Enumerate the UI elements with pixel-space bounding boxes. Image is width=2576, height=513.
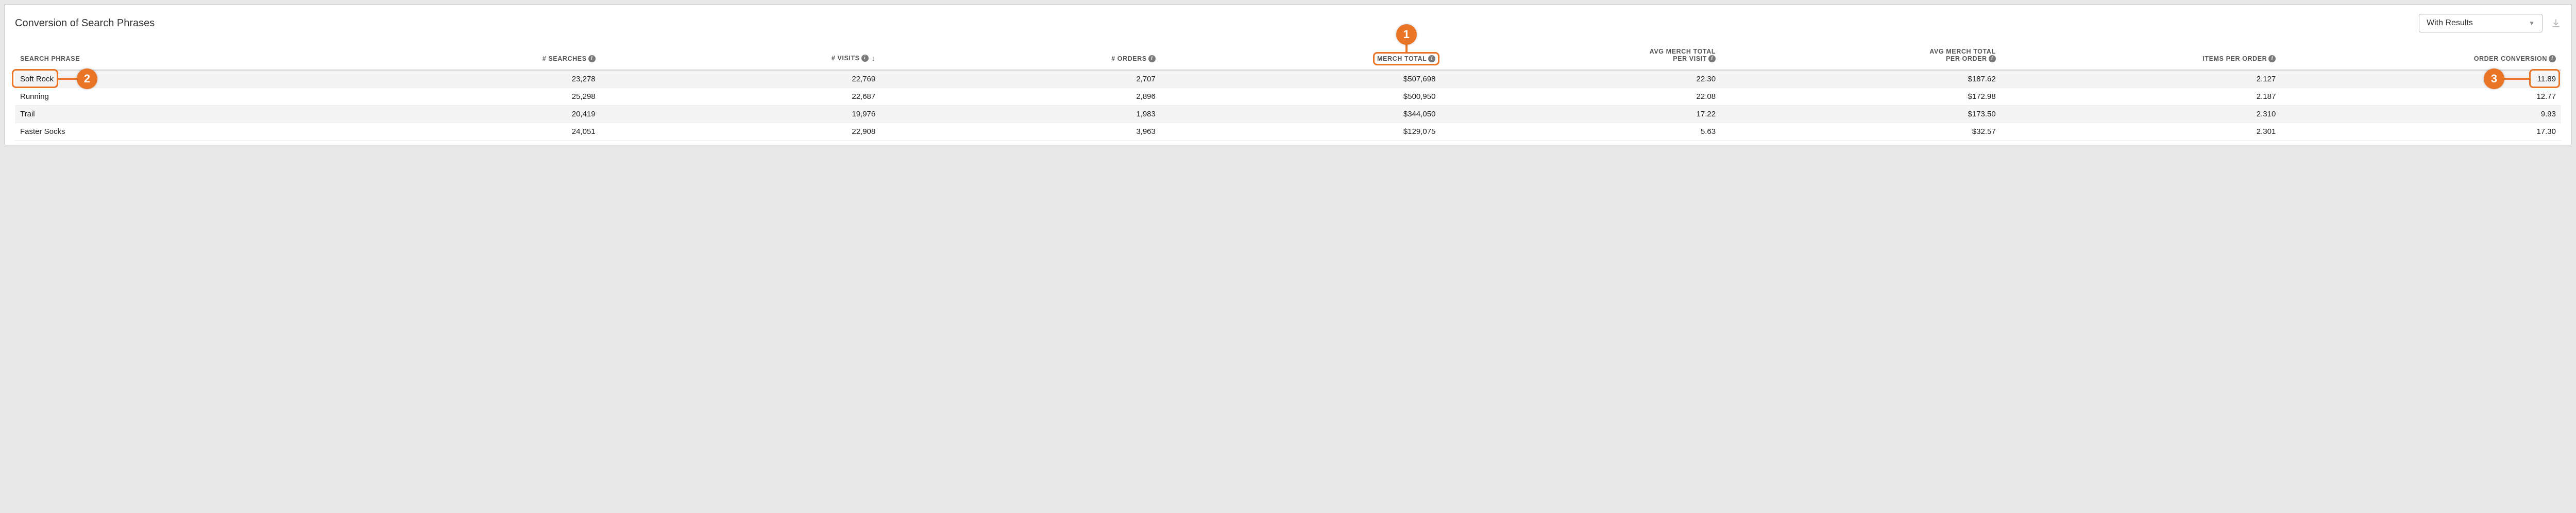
table-cell: 3,963 bbox=[880, 123, 1161, 141]
table-cell: 25,298 bbox=[320, 88, 601, 106]
col-avg-merch-visit[interactable]: AVG MERCH TOTAL PER VISITi bbox=[1440, 43, 1721, 70]
table-cell: $129,075 bbox=[1161, 123, 1441, 141]
col-items-per-order[interactable]: ITEMS PER ORDERi bbox=[2001, 43, 2281, 70]
table-cell: 2.187 bbox=[2001, 88, 2281, 106]
table-cell: 23,278 bbox=[320, 70, 601, 88]
table-cell: 1,983 bbox=[880, 106, 1161, 123]
table-cell: $173.50 bbox=[1721, 106, 2001, 123]
table-row: Running25,29822,6872,896$500,95022.08$17… bbox=[15, 88, 2561, 106]
table-cell: 12.77 bbox=[2281, 88, 2561, 106]
download-icon[interactable] bbox=[2551, 18, 2561, 28]
callout-1-connector bbox=[1405, 44, 1408, 52]
callout-2-connector bbox=[58, 78, 77, 80]
table-cell: 9.93 bbox=[2281, 106, 2561, 123]
callout-1-badge: 1 bbox=[1396, 24, 1417, 45]
col-searches[interactable]: # SEARCHESi bbox=[320, 43, 601, 70]
table-cell: 20,419 bbox=[320, 106, 601, 123]
info-icon[interactable]: i bbox=[861, 55, 869, 62]
col-visits[interactable]: # VISITSi↓ bbox=[601, 43, 881, 70]
table-cell: 5.63 bbox=[1440, 123, 1721, 141]
table-cell: Trail bbox=[15, 106, 320, 123]
info-icon[interactable]: i bbox=[2268, 55, 2276, 62]
table-cell: Faster Socks bbox=[15, 123, 320, 141]
table-cell: $32.57 bbox=[1721, 123, 2001, 141]
table-cell: 2.310 bbox=[2001, 106, 2281, 123]
search-phrases-table: SEARCH PHRASE # SEARCHESi # VISITSi↓ # O… bbox=[15, 43, 2561, 141]
dropdown-value: With Results bbox=[2427, 19, 2473, 28]
sort-desc-icon: ↓ bbox=[872, 54, 876, 62]
info-icon[interactable]: i bbox=[1428, 55, 1435, 62]
callout-3-badge: 3 bbox=[2484, 69, 2504, 89]
table-cell: 22,908 bbox=[601, 123, 881, 141]
info-icon[interactable]: i bbox=[1708, 55, 1716, 62]
results-filter-dropdown[interactable]: With Results ▼ bbox=[2419, 14, 2543, 32]
info-icon[interactable]: i bbox=[1989, 55, 1996, 62]
panel-title: Conversion of Search Phrases bbox=[15, 18, 155, 29]
col-merch-total[interactable]: MERCH TOTALi bbox=[1161, 43, 1441, 70]
table-row: Faster Socks24,05122,9083,963$129,0755.6… bbox=[15, 123, 2561, 141]
table-cell: 17.22 bbox=[1440, 106, 1721, 123]
table-cell: 24,051 bbox=[320, 123, 601, 141]
col-avg-merch-order[interactable]: AVG MERCH TOTAL PER ORDERi bbox=[1721, 43, 2001, 70]
col-orders[interactable]: # ORDERSi bbox=[880, 43, 1161, 70]
info-icon[interactable]: i bbox=[588, 55, 596, 62]
table-cell: Running bbox=[15, 88, 320, 106]
table-row: Soft Rock23,27822,7692,707$507,69822.30$… bbox=[15, 70, 2561, 88]
table-cell: 2.127 bbox=[2001, 70, 2281, 88]
table-cell: $507,698 bbox=[1161, 70, 1441, 88]
table-cell: $500,950 bbox=[1161, 88, 1441, 106]
callout-3-connector bbox=[2503, 78, 2529, 80]
conversion-panel: Conversion of Search Phrases With Result… bbox=[4, 4, 2572, 145]
panel-header: Conversion of Search Phrases With Result… bbox=[15, 14, 2561, 32]
info-icon[interactable]: i bbox=[1148, 55, 1156, 62]
col-order-conversion[interactable]: ORDER CONVERSIONi bbox=[2281, 43, 2561, 70]
table-cell: 22.30 bbox=[1440, 70, 1721, 88]
table-cell: $344,050 bbox=[1161, 106, 1441, 123]
table-cell: 19,976 bbox=[601, 106, 881, 123]
table-cell: 2.301 bbox=[2001, 123, 2281, 141]
table-cell: 2,707 bbox=[880, 70, 1161, 88]
table-row: Trail20,41919,9761,983$344,05017.22$173.… bbox=[15, 106, 2561, 123]
col-search-phrase[interactable]: SEARCH PHRASE bbox=[15, 43, 320, 70]
chevron-down-icon: ▼ bbox=[2529, 20, 2535, 27]
table-cell: 2,896 bbox=[880, 88, 1161, 106]
callout-2-badge: 2 bbox=[77, 69, 97, 89]
table-cell: $172.98 bbox=[1721, 88, 2001, 106]
table-cell: 22,769 bbox=[601, 70, 881, 88]
info-icon[interactable]: i bbox=[2549, 55, 2556, 62]
table-cell: 22,687 bbox=[601, 88, 881, 106]
table-cell: 22.08 bbox=[1440, 88, 1721, 106]
table-cell: 17.30 bbox=[2281, 123, 2561, 141]
table-cell: $187.62 bbox=[1721, 70, 2001, 88]
